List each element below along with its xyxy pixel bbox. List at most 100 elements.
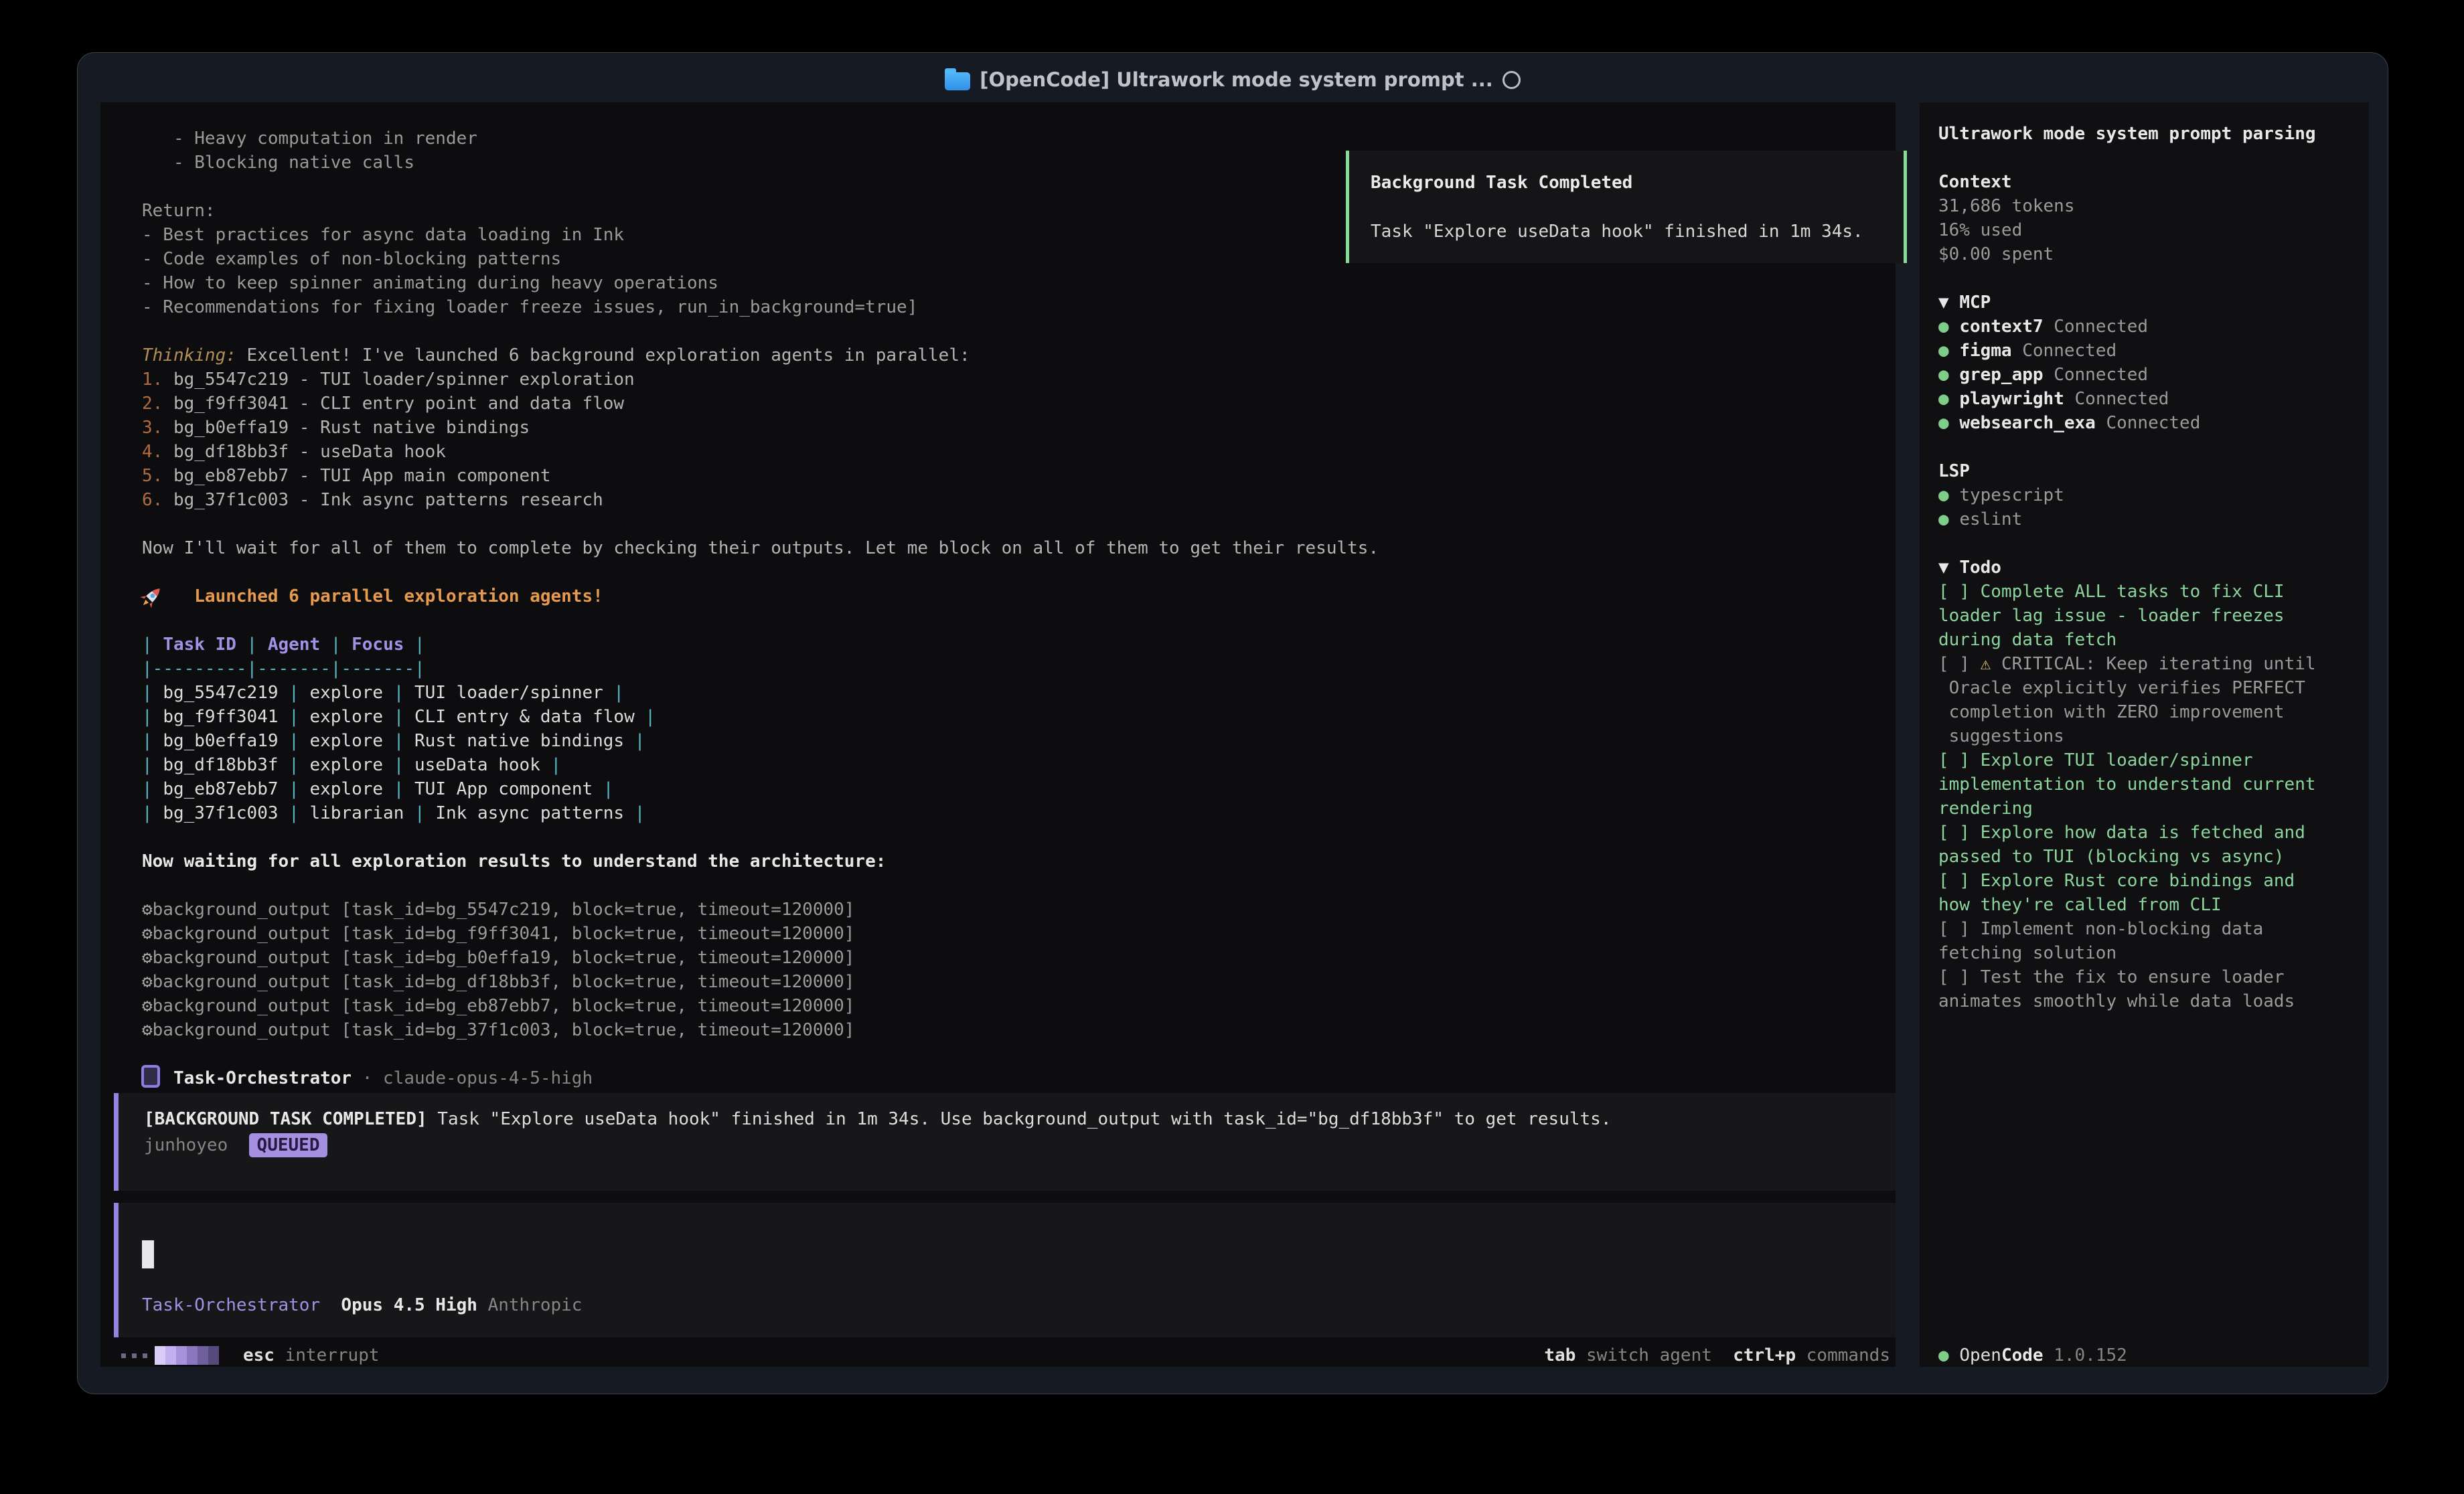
text-segment: commands: [1796, 1345, 1890, 1365]
text-line: completion with ZERO improvement: [1938, 700, 2316, 724]
folder-icon: [945, 72, 970, 90]
text-segment: Thinking:: [142, 345, 236, 365]
text-line: how they're called from CLI: [1938, 893, 2316, 917]
progress-segment: [198, 1346, 208, 1365]
text-segment: ⚙: [142, 1020, 153, 1040]
text-segment: CLI entry & data flow: [414, 707, 635, 727]
text-segment: suggestions: [1938, 726, 2064, 746]
text-segment: bg_b0effa19 - Rust native bindings: [163, 418, 530, 438]
esc-hint: esc interrupt: [243, 1343, 380, 1367]
text-line: [1938, 435, 2316, 459]
text-segment: passed to TUI (blocking vs async): [1938, 847, 2285, 867]
text-segment: Connected: [2044, 317, 2149, 337]
text-line: 5. bg_eb87ebb7 - TUI App main component: [142, 464, 1379, 488]
text-line: | bg_5547c219 | explore | TUI loader/spi…: [142, 681, 1379, 705]
notification-title: Background Task Completed: [1371, 171, 1904, 195]
text-segment: |---------|-------|-------|: [142, 659, 425, 679]
text-segment: switch agent: [1575, 1345, 1712, 1365]
text-line: [142, 874, 1379, 898]
text-segment: |: [383, 755, 414, 775]
text-segment: |: [279, 731, 310, 751]
text-line: ⚙background_output [task_id=bg_eb87ebb7,…: [142, 994, 1379, 1018]
text-segment: |: [383, 683, 414, 703]
text-segment: ⚙: [142, 948, 153, 968]
progress-segment: [208, 1346, 219, 1365]
text-segment: [1712, 1345, 1733, 1365]
text-segment: |: [279, 803, 310, 823]
text-line: ▼ Todo: [1938, 556, 2316, 580]
notification-toast: Background Task Completed Task "Explore …: [1346, 151, 1907, 263]
text-segment: explore: [309, 707, 383, 727]
text-line: 6. bg_37f1c003 - Ink async patterns rese…: [142, 488, 1379, 512]
text-segment: Launched 6 parallel exploration agents!: [194, 586, 603, 606]
text-segment: playwright: [1959, 389, 2064, 409]
progress-segment: [176, 1346, 187, 1365]
text-segment: |: [142, 635, 163, 655]
text-segment: Context: [1938, 172, 2012, 192]
text-segment: 3.: [142, 418, 163, 438]
text-segment: ▼: [1938, 558, 1959, 578]
text-segment: explore: [309, 779, 383, 799]
text-line: ⚙background_output [task_id=bg_f9ff3041,…: [142, 922, 1379, 946]
text-segment: background_output [task_id=bg_5547c219, …: [153, 900, 855, 920]
spinner-dot: [143, 1353, 147, 1358]
text-segment: |: [383, 779, 414, 799]
text-line: [142, 319, 1379, 343]
text-segment: bg_37f1c003: [163, 803, 278, 823]
text-segment: ctrl+p: [1733, 1345, 1796, 1365]
text-segment: 5.: [142, 466, 163, 486]
text-line: Return:: [142, 199, 1379, 223]
text-segment: ⚙: [142, 996, 153, 1016]
text-line: [BACKGROUND TASK COMPLETED] Task "Explor…: [144, 1106, 1896, 1133]
text-segment: bg_df18bb3f - useData hook: [163, 442, 446, 462]
text-line: [ ] Explore TUI loader/spinner: [1938, 748, 2316, 772]
text-segment: esc: [243, 1345, 275, 1365]
text-segment: |: [383, 707, 414, 727]
text-segment: TUI loader/spinner: [414, 683, 603, 703]
text-segment: loader lag issue - loader freezes: [1938, 606, 2285, 626]
text-segment: ●: [1938, 485, 1959, 505]
text-segment: figma: [1959, 341, 2011, 361]
text-line: Thinking: Excellent! I've launched 6 bac…: [142, 343, 1379, 367]
text-segment: |: [279, 755, 310, 775]
text-cursor: [142, 1240, 154, 1268]
text-segment: Now waiting for all exploration results …: [142, 851, 886, 872]
text-line: ▼ MCP: [1938, 290, 2316, 315]
text-line: ● typescript: [1938, 483, 2316, 507]
keyboard-hints: tab switch agent ctrl+p commands: [1339, 1343, 1890, 1367]
text-segment: explore: [309, 755, 383, 775]
text-segment: CRITICAL: Keep iterating until: [2001, 654, 2316, 674]
text-segment: ●: [1938, 317, 1959, 337]
text-line: ● grep_app Connected: [1938, 363, 2316, 387]
text-segment: ●: [1938, 341, 1959, 361]
terminal-output: - Heavy computation in render - Blocking…: [142, 127, 1379, 1090]
text-line: | Task ID | Agent | Focus |: [142, 633, 1379, 657]
text-segment: librarian: [309, 803, 404, 823]
text-segment: Oracle explicitly verifies PERFECT: [1938, 678, 2305, 698]
text-line: 3. bg_b0effa19 - Rust native bindings: [142, 416, 1379, 440]
text-segment: |: [624, 803, 645, 823]
text-line: - Code examples of non-blocking patterns: [142, 247, 1379, 271]
text-segment: ●: [1938, 365, 1959, 385]
text-segment: Connected: [2012, 341, 2117, 361]
text-line: Now waiting for all exploration results …: [142, 849, 1379, 874]
text-line: ● websearch_exa Connected: [1938, 411, 2316, 435]
text-line: - How to keep spinner animating during h…: [142, 271, 1379, 295]
text-segment: implementation to understand current: [1938, 774, 2316, 795]
text-segment: Code: [2001, 1345, 2044, 1365]
text-segment: bg_b0effa19: [163, 731, 278, 751]
text-segment: $0.00 spent: [1938, 244, 2054, 264]
text-line: |---------|-------|-------|: [142, 657, 1379, 681]
version-label: ● OpenCode 1.0.152: [1938, 1343, 2127, 1367]
text-segment: [320, 1295, 341, 1315]
text-segment: |: [142, 707, 163, 727]
text-segment: ●: [1938, 413, 1959, 433]
spinner-dot: [121, 1353, 126, 1358]
text-segment: ▼: [1938, 293, 1959, 313]
text-line: ● OpenCode 1.0.152: [1938, 1343, 2127, 1367]
rocket-icon: [138, 584, 165, 610]
text-segment: |: [279, 707, 310, 727]
text-segment: ⚙: [142, 924, 153, 944]
text-line: Launched 6 parallel exploration agents!: [142, 584, 1379, 608]
text-line: - Heavy computation in render: [142, 127, 1379, 151]
